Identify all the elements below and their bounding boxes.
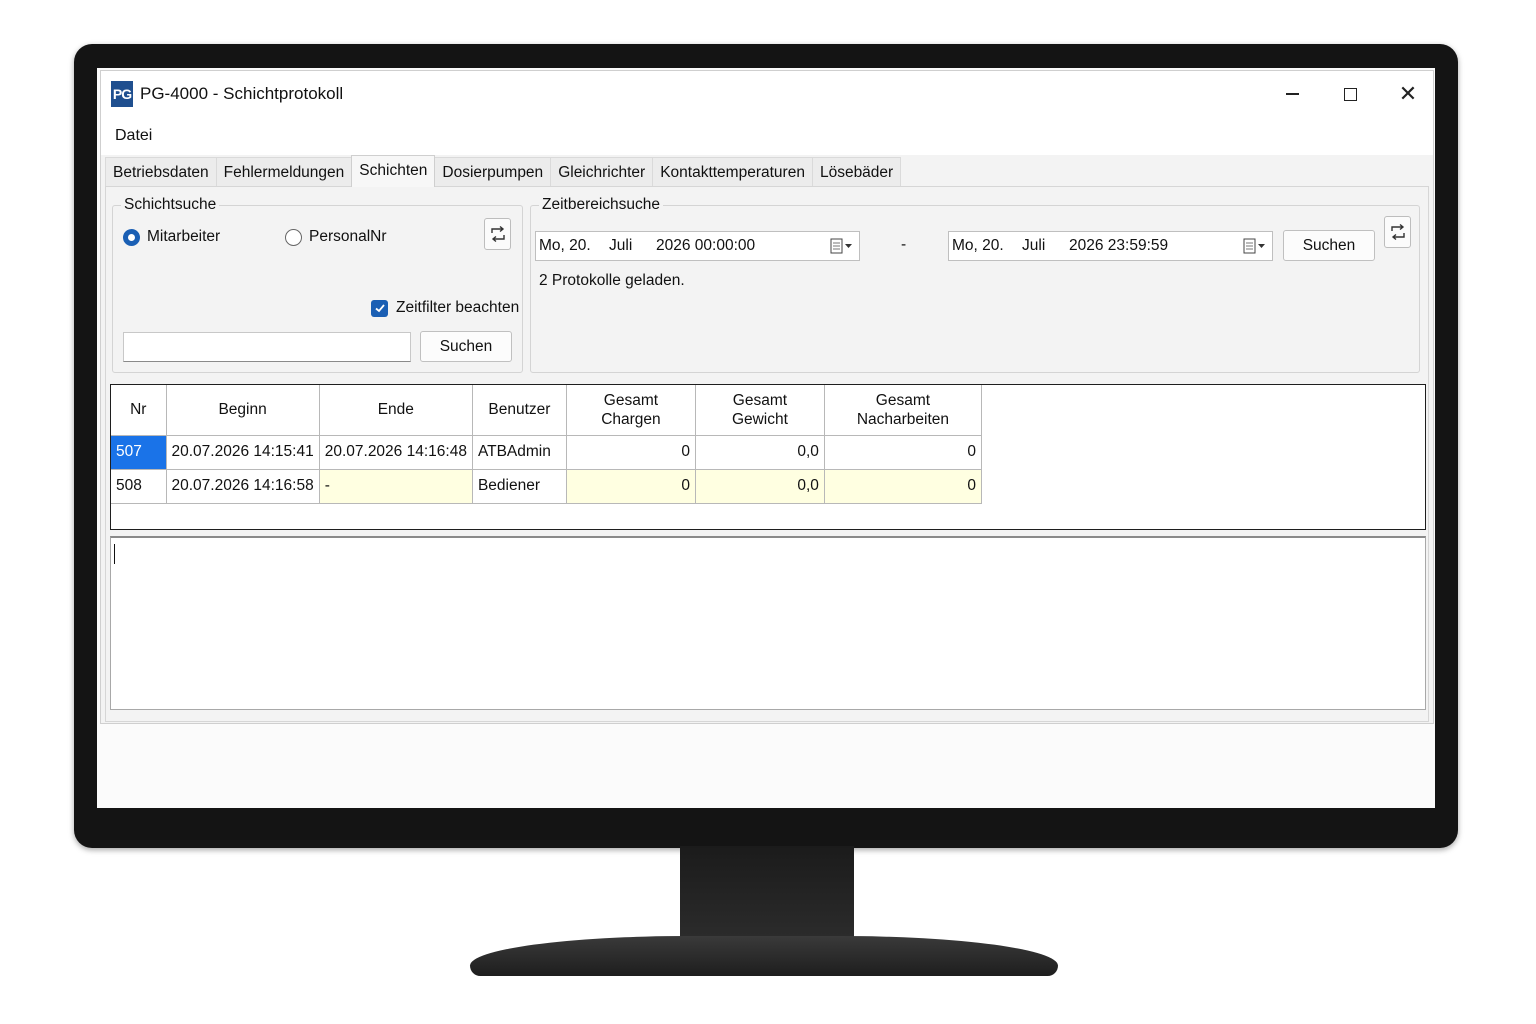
tab-schichten[interactable]: Schichten xyxy=(351,155,436,187)
calendar-icon xyxy=(1243,238,1265,254)
menu-file[interactable]: Datei xyxy=(115,127,152,145)
column-header-nr[interactable]: Nr xyxy=(111,385,167,436)
time-range-title: Zeitbereichsuche xyxy=(539,196,664,214)
tab-content-schichten: Schichtsuche Mitarbeiter PersonalNr Zeit… xyxy=(105,186,1429,722)
column-header-gesamt-chargen[interactable]: Gesamt Chargen xyxy=(565,385,696,436)
calendar-icon xyxy=(830,238,852,254)
time-range-search-button[interactable]: Suchen xyxy=(1283,230,1375,261)
app-window: PG PG-4000 - Schichtprotokoll ✕ Datei Be… xyxy=(100,70,1434,724)
shift-search-input[interactable] xyxy=(123,332,411,362)
cell-ende[interactable]: 20.07.2026 14:16:48 xyxy=(318,434,473,470)
cell-benutzer[interactable]: ATBAdmin xyxy=(471,434,567,470)
status-message: 2 Protokolle geladen. xyxy=(539,272,685,289)
minimize-button[interactable] xyxy=(1263,71,1321,117)
radio-selected-icon xyxy=(123,228,140,246)
cell-gesamt-chargen[interactable]: 0 xyxy=(565,434,696,470)
tab-loesebaeder[interactable]: Lösebäder xyxy=(811,157,902,187)
window-title: PG-4000 - Schichtprotokoll xyxy=(140,84,344,103)
date-to-time: 2026 23:59:59 xyxy=(1069,237,1169,254)
minimize-icon xyxy=(1285,93,1299,95)
column-header-gesamt-gewicht[interactable]: Gesamt Gewicht xyxy=(694,385,825,436)
date-from-time: 2026 00:00:00 xyxy=(656,237,756,254)
calendar-dropdown-button[interactable] xyxy=(1238,238,1272,254)
time-range-group: Zeitbereichsuche Mo, 20. Juli 2026 00:00… xyxy=(530,196,1420,373)
column-header-gesamt-nacharbeiten[interactable]: Gesamt Nacharbeiten xyxy=(823,385,982,436)
app-logo-icon: PG xyxy=(111,81,133,107)
monitor-stand-base xyxy=(470,936,1058,976)
header-line-1: Gesamt Gewicht xyxy=(731,391,788,428)
table-row[interactable]: 508 20.07.2026 14:16:58 - Bediener 0 0,0… xyxy=(111,468,982,504)
radio-personal-nr-label: PersonalNr xyxy=(309,228,387,245)
close-button[interactable]: ✕ xyxy=(1379,71,1435,117)
date-from-picker[interactable]: Mo, 20. Juli 2026 00:00:00 xyxy=(535,231,860,261)
table-header-row: Nr Beginn Ende Benutzer Gesamt Chargen G… xyxy=(111,385,982,436)
radio-employee-label: Mitarbeiter xyxy=(147,228,221,245)
column-header-beginn[interactable]: Beginn xyxy=(165,385,320,436)
tab-betriebsdaten[interactable]: Betriebsdaten xyxy=(105,157,217,187)
date-to-picker[interactable]: Mo, 20. Juli 2026 23:59:59 xyxy=(948,231,1273,261)
header-line-1: Gesamt Nacharbeiten xyxy=(856,391,950,428)
date-to-day: Mo, 20. xyxy=(952,237,1004,254)
cell-gesamt-nacharbeiten[interactable]: 0 xyxy=(823,434,982,470)
refresh-icon xyxy=(1390,223,1405,241)
tab-fehlermeldungen[interactable]: Fehlermeldungen xyxy=(215,157,353,187)
tab-dosierpumpen[interactable]: Dosierpumpen xyxy=(434,157,552,187)
refresh-shift-button[interactable] xyxy=(484,218,511,250)
maximize-icon xyxy=(1343,87,1357,101)
cell-beginn[interactable]: 20.07.2026 14:15:41 xyxy=(165,434,320,470)
cell-gesamt-gewicht[interactable]: 0,0 xyxy=(694,434,825,470)
table-row[interactable]: 507 20.07.2026 14:15:41 20.07.2026 14:16… xyxy=(111,434,982,470)
title-bar: PG PG-4000 - Schichtprotokoll ✕ xyxy=(101,71,1433,117)
header-line-1: Gesamt Chargen xyxy=(601,391,661,428)
text-caret xyxy=(114,544,115,564)
column-header-ende[interactable]: Ende xyxy=(318,385,473,436)
monitor-screen: PG PG-4000 - Schichtprotokoll ✕ Datei Be… xyxy=(97,68,1435,808)
date-from-month: Juli xyxy=(609,237,633,254)
detail-textarea[interactable] xyxy=(110,536,1426,710)
date-from-day: Mo, 20. xyxy=(539,237,591,254)
cell-benutzer[interactable]: Bediener xyxy=(471,468,567,504)
menu-bar: Datei xyxy=(101,117,1433,155)
tab-strip: Betriebsdaten Fehlermeldungen Schichten … xyxy=(105,155,902,187)
time-filter-label: Zeitfilter beachten xyxy=(396,299,520,316)
cell-nr[interactable]: 508 xyxy=(111,468,167,504)
refresh-icon xyxy=(490,225,505,243)
cell-nr[interactable]: 507 xyxy=(111,434,167,470)
radio-personal-nr[interactable]: PersonalNr xyxy=(285,228,387,246)
date-range-separator: - xyxy=(901,236,907,253)
column-header-benutzer[interactable]: Benutzer xyxy=(471,385,567,436)
shift-search-button[interactable]: Suchen xyxy=(420,331,512,362)
cell-ende[interactable]: - xyxy=(318,468,473,504)
shift-search-group: Schichtsuche Mitarbeiter PersonalNr Zeit… xyxy=(112,196,523,373)
cell-beginn[interactable]: 20.07.2026 14:16:58 xyxy=(165,468,320,504)
calendar-dropdown-button[interactable] xyxy=(825,238,859,254)
cell-gesamt-chargen[interactable]: 0 xyxy=(565,468,696,504)
shift-grid: Nr Beginn Ende Benutzer Gesamt Chargen G… xyxy=(110,384,1426,530)
date-to-month: Juli xyxy=(1022,237,1046,254)
monitor-stand-neck xyxy=(680,846,854,942)
cell-gesamt-gewicht[interactable]: 0,0 xyxy=(694,468,825,504)
close-icon: ✕ xyxy=(1398,81,1418,106)
tab-kontakttemperaturen[interactable]: Kontakttemperaturen xyxy=(652,157,813,187)
shift-table: Nr Beginn Ende Benutzer Gesamt Chargen G… xyxy=(111,385,982,504)
maximize-button[interactable] xyxy=(1321,71,1379,117)
time-filter-checkbox[interactable]: Zeitfilter beachten xyxy=(371,299,519,317)
checkmark-icon xyxy=(371,299,388,317)
cell-gesamt-nacharbeiten[interactable]: 0 xyxy=(823,468,982,504)
refresh-time-range-button[interactable] xyxy=(1384,216,1411,248)
radio-employee[interactable]: Mitarbeiter xyxy=(123,228,220,246)
shift-search-title: Schichtsuche xyxy=(121,196,220,214)
radio-unselected-icon xyxy=(285,228,302,246)
tab-gleichrichter[interactable]: Gleichrichter xyxy=(550,157,654,187)
